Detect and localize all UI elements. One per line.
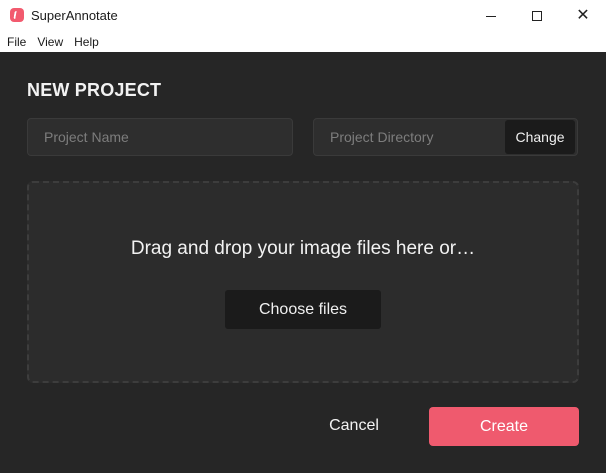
superannotate-logo-icon — [10, 8, 24, 22]
cancel-button[interactable]: Cancel — [318, 407, 390, 445]
menu-file[interactable]: File — [7, 35, 26, 49]
app-window: SuperAnnotate ✕ File View Help NEW PROJE… — [0, 0, 606, 473]
menu-help[interactable]: Help — [74, 35, 99, 49]
dialog-heading: NEW PROJECT — [27, 80, 162, 100]
window-title: SuperAnnotate — [31, 8, 118, 23]
project-name-input[interactable] — [27, 118, 293, 156]
maximize-button[interactable] — [514, 0, 560, 32]
new-project-dialog: NEW PROJECT Change Drag and drop your im… — [0, 52, 606, 473]
close-button[interactable]: ✕ — [560, 0, 606, 32]
minimize-button[interactable] — [468, 0, 514, 32]
title-bar[interactable]: SuperAnnotate ✕ — [0, 0, 606, 32]
create-button[interactable]: Create — [429, 407, 579, 446]
dropzone-text: Drag and drop your image files here or… — [130, 238, 476, 259]
close-icon: ✕ — [576, 7, 590, 24]
menu-view[interactable]: View — [37, 35, 63, 49]
file-dropzone[interactable]: Drag and drop your image files here or… … — [27, 181, 579, 383]
maximize-icon — [532, 11, 542, 21]
change-directory-button[interactable]: Change — [505, 120, 575, 154]
choose-files-button[interactable]: Choose files — [225, 290, 381, 329]
menu-bar: File View Help — [0, 32, 606, 52]
minimize-icon — [486, 15, 496, 17]
